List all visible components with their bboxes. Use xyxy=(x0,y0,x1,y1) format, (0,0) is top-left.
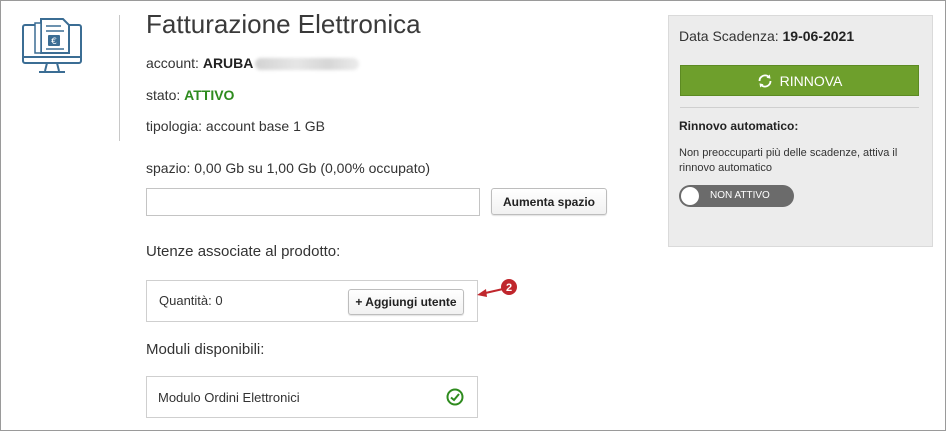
toggle-knob xyxy=(681,187,699,205)
vertical-divider xyxy=(119,15,120,141)
page-title: Fatturazione Elettronica xyxy=(146,9,421,39)
expiry-line: Data Scadenza: 19-06-2021 xyxy=(679,28,854,44)
account-line: account: ARUBA xyxy=(146,55,360,71)
add-user-button[interactable]: + Aggiungi utente xyxy=(348,289,464,315)
auto-renew-toggle[interactable]: NON ATTIVO xyxy=(679,185,794,207)
modules-section-label: Moduli disponibili: xyxy=(146,341,265,358)
blurred-account-id xyxy=(255,58,360,71)
renew-button-label: RINNOVA xyxy=(779,72,843,89)
renewal-panel: Data Scadenza: 19-06-2021 RINNOVA Rinnov… xyxy=(668,15,933,247)
users-box: Quantità: 0 + Aggiungi utente xyxy=(146,280,478,322)
space-line: spazio: 0,00 Gb su 1,00 Gb (0,00% occupa… xyxy=(146,160,431,176)
callout-number: 2 xyxy=(506,282,512,294)
status-label: stato: xyxy=(146,87,185,103)
callout-2-annotation: 2 xyxy=(477,279,517,297)
electronic-invoice-monitor-icon: € xyxy=(22,18,82,73)
quantity-text: Quantità: 0 xyxy=(159,293,223,308)
account-value: ARUBA xyxy=(202,55,254,71)
auto-renew-title: Rinnovo automatico: xyxy=(679,119,799,133)
status-badge: ATTIVO xyxy=(184,87,235,103)
panel-divider xyxy=(680,107,919,108)
expiry-label: Data Scadenza: xyxy=(679,28,783,44)
status-line: stato: ATTIVO xyxy=(146,87,234,103)
type-line: tipologia: account base 1 GB xyxy=(146,118,326,134)
users-section-label: Utenze associate al prodotto: xyxy=(146,243,341,260)
increase-space-button[interactable]: Aumenta spazio xyxy=(491,188,607,215)
svg-text:€: € xyxy=(51,37,57,47)
space-input[interactable] xyxy=(146,188,480,216)
auto-renew-description: Non preoccuparti più delle scadenze, att… xyxy=(679,147,898,174)
module-name: Modulo Ordini Elettronici xyxy=(158,390,300,405)
product-page: € Fatturazione Elettronica account: ARUB… xyxy=(0,0,946,431)
refresh-icon xyxy=(758,74,772,87)
module-item: Modulo Ordini Elettronici xyxy=(146,376,478,418)
renew-button[interactable]: RINNOVA xyxy=(680,65,919,96)
toggle-label: NON ATTIVO xyxy=(710,190,770,201)
check-circle-icon xyxy=(446,388,464,406)
account-label: account: xyxy=(146,55,203,71)
expiry-date: 19-06-2021 xyxy=(782,28,855,44)
